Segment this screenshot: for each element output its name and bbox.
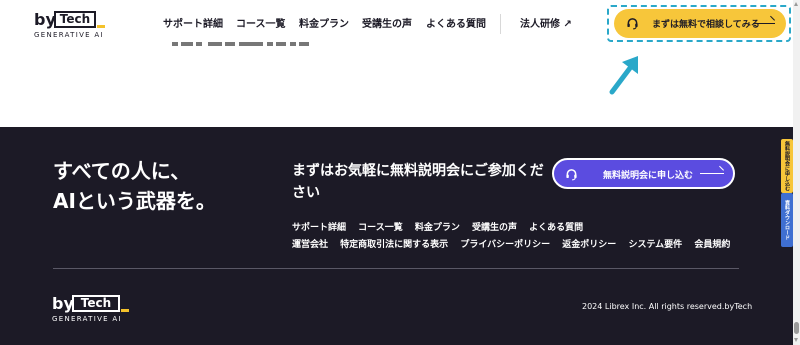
free-consultation-label: まずは無料で相談してみる [652, 20, 760, 30]
copyright-text: 2024 Librex Inc. All rights reserved.byT… [582, 302, 753, 311]
bytech-logo[interactable]: by Tech GENERATIVE AI [34, 11, 106, 39]
footer-link-terms[interactable]: 会員規約 [694, 240, 730, 250]
site-footer: すべての人に、 AIという武器を。 まずはお気軽に無料説明会にご参加ください 無… [0, 127, 793, 345]
footer-link-voices[interactable]: 受講生の声 [472, 223, 517, 233]
nav-divider [500, 14, 501, 34]
footer-tagline-line2: AIという武器を。 [53, 189, 216, 213]
arrow-right-icon [700, 173, 724, 174]
headset-icon [627, 18, 638, 30]
page: by Tech GENERATIVE AI サポート詳細 コース一覧 料金プラン… [0, 0, 800, 345]
footer-link-system-requirements[interactable]: システム要件 [628, 240, 682, 250]
side-tab-materials[interactable]: 資料ダウンロード [781, 193, 793, 247]
logo-tagline: GENERATIVE AI [34, 31, 104, 39]
arrow-right-icon [753, 23, 775, 24]
footer-bytech-logo[interactable]: by Tech GENERATIVE AI [52, 295, 132, 323]
nav-courses[interactable]: コース一覧 [236, 15, 286, 30]
footer-link-faq[interactable]: よくある質問 [529, 223, 583, 233]
apply-seminar-label: 無料説明会に申し込む [603, 171, 694, 181]
footer-link-support[interactable]: サポート詳細 [292, 223, 346, 233]
footer-link-company[interactable]: 運営会社 [292, 240, 328, 250]
nav-pricing[interactable]: 料金プラン [299, 15, 349, 30]
site-header: by Tech GENERATIVE AI サポート詳細 コース一覧 料金プラン… [0, 0, 793, 95]
page-scrollbar[interactable] [793, 0, 800, 345]
footer-link-commercial-transactions[interactable]: 特定商取引法に関する表示 [340, 240, 448, 250]
logo-accent-bar [97, 25, 105, 28]
footer-links-row1: サポート詳細 コース一覧 料金プラン 受講生の声 よくある質問 [292, 220, 592, 233]
footer-link-privacy-policy[interactable]: プライバシーポリシー [460, 240, 550, 250]
footer-logo-by: by [52, 294, 74, 313]
footer-tagline-line1: すべての人に、 [53, 159, 191, 183]
nav-voices[interactable]: 受講生の声 [362, 15, 412, 30]
seminar-invite-text: まずはお気軽に無料説明会にご参加ください [292, 163, 544, 201]
footer-link-courses[interactable]: コース一覧 [358, 223, 403, 233]
apply-seminar-button[interactable]: 無料説明会に申し込む [552, 158, 735, 189]
pointer-arrow-icon [609, 56, 638, 95]
nav-corporate-training[interactable]: 法人研修 ↗ [520, 15, 572, 30]
logo-tech: Tech [54, 11, 96, 28]
footer-link-refund-policy[interactable]: 返金ポリシー [562, 240, 616, 250]
scroll-up-icon[interactable] [794, 2, 798, 6]
nav-support[interactable]: サポート詳細 [163, 15, 223, 30]
footer-logo-tagline: GENERATIVE AI [52, 315, 122, 323]
side-tab-seminar[interactable]: 無料説明会に申し込む [781, 139, 793, 193]
headset-icon [566, 169, 577, 181]
clipped-text-fragment [172, 42, 309, 46]
footer-divider [53, 268, 739, 269]
free-consultation-button[interactable]: まずは無料で相談してみる [614, 9, 786, 38]
footer-links-row2: 運営会社 特定商取引法に関する表示 プライバシーポリシー 返金ポリシー システム… [292, 237, 739, 250]
logo-by: by [34, 10, 56, 29]
footer-link-pricing[interactable]: 料金プラン [415, 223, 460, 233]
footer-tagline: すべての人に、 AIという武器を。 [53, 156, 216, 216]
scroll-down-icon[interactable] [794, 338, 798, 342]
nav-faq[interactable]: よくある質問 [426, 15, 486, 30]
scrollbar-thumb[interactable] [794, 322, 799, 334]
footer-logo-accent-bar [121, 309, 129, 312]
footer-logo-tech: Tech [72, 295, 120, 312]
